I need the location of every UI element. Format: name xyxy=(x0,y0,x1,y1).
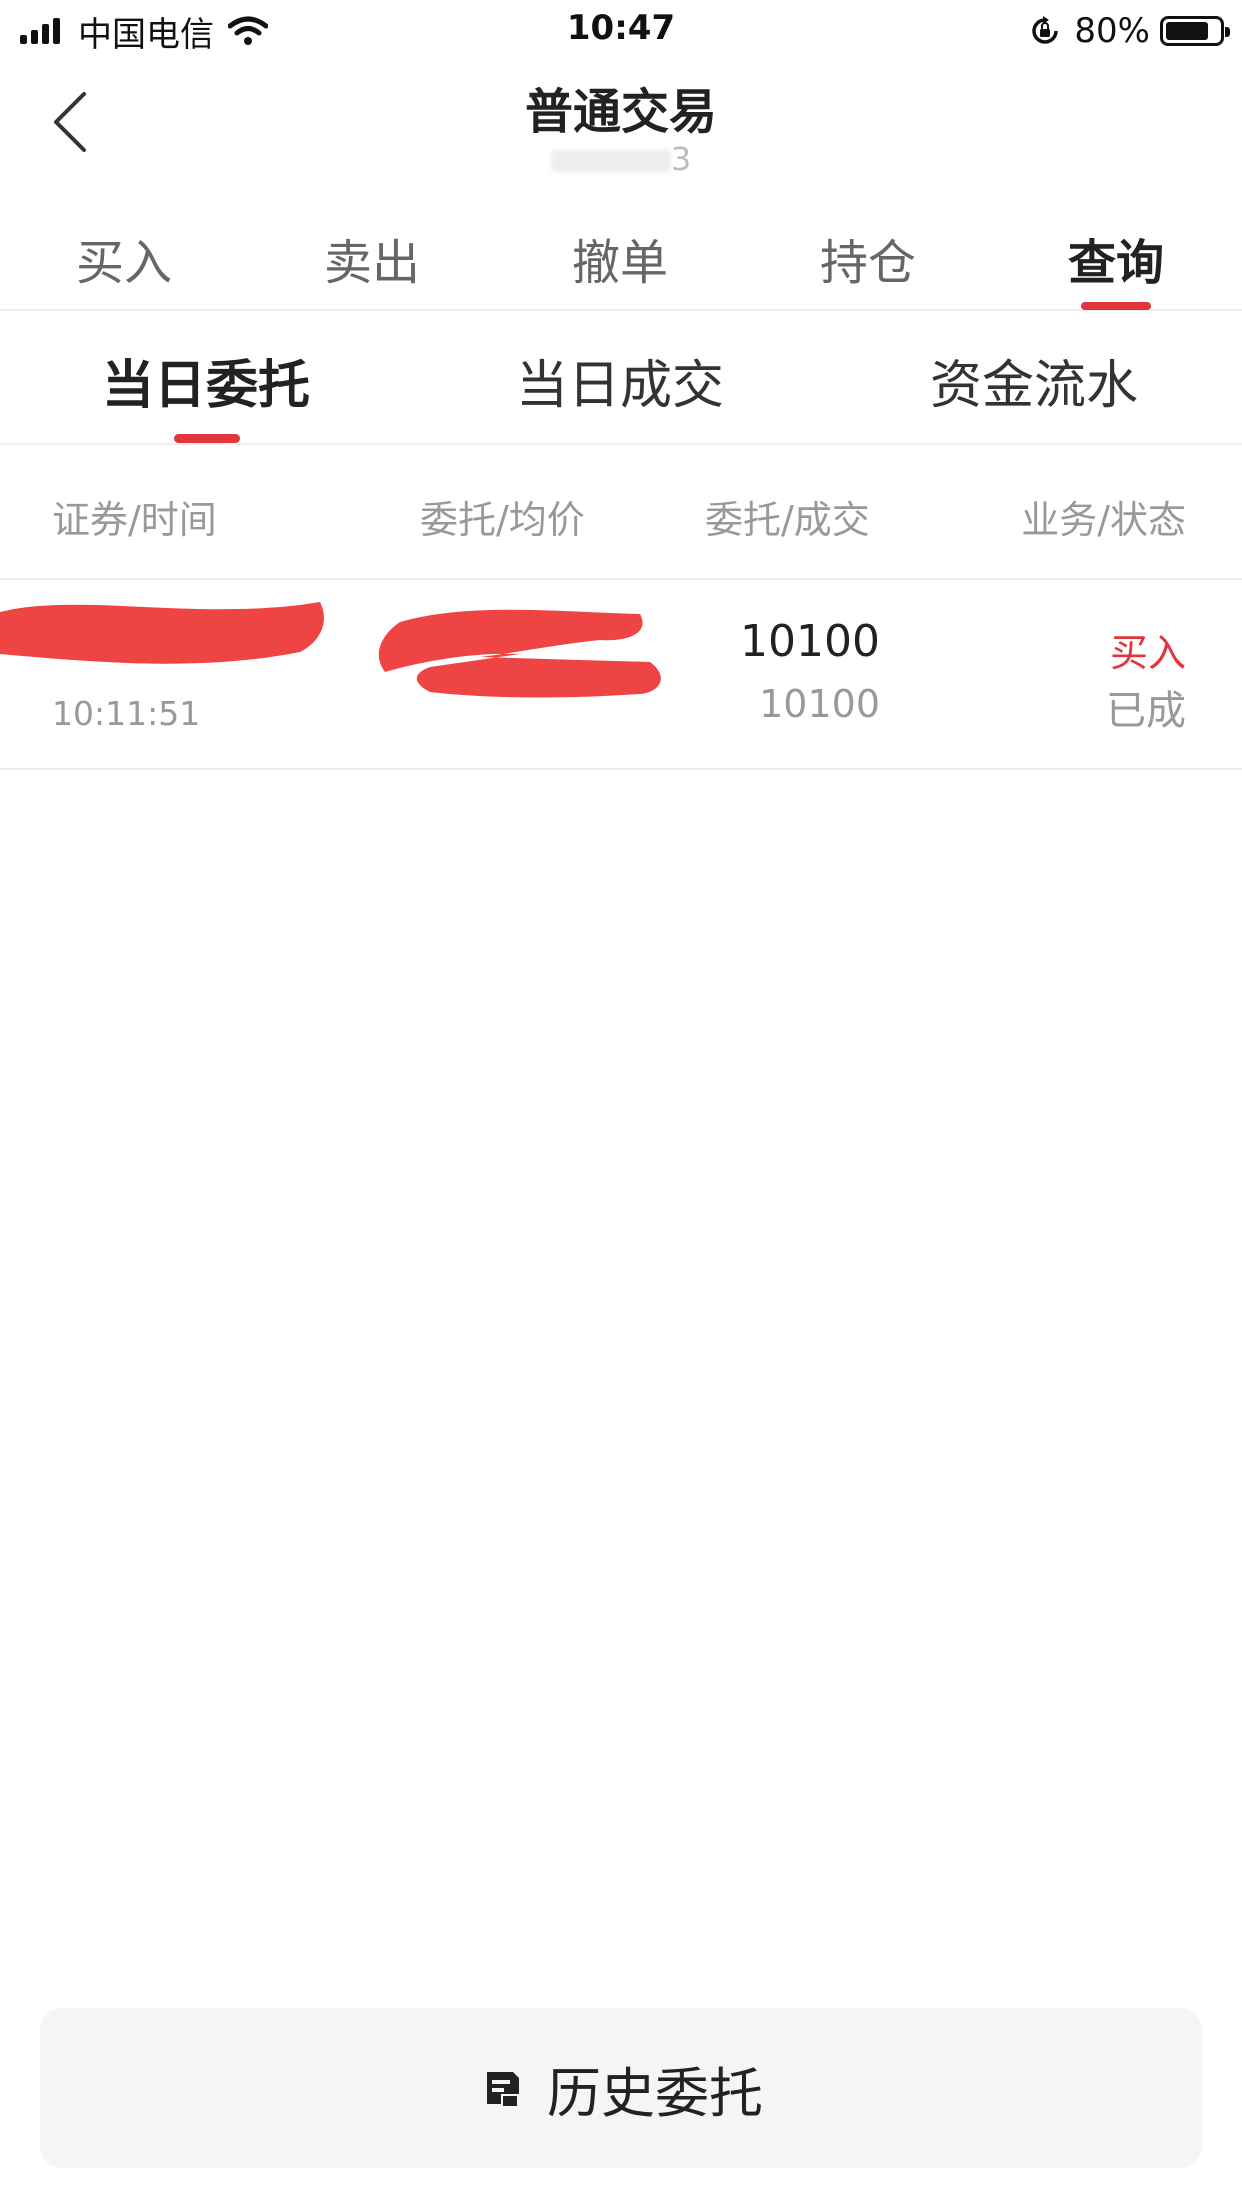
main-tab-indicator xyxy=(1081,302,1151,310)
col-entrust-filled: 委托/成交 xyxy=(705,498,870,542)
page-title: 普通交易 xyxy=(524,84,717,140)
sub-tab-bar: 当日委托 当日成交 资金流水 xyxy=(0,313,1242,445)
tab-sell[interactable]: 卖出 xyxy=(272,223,472,293)
order-time: 10:11:51 xyxy=(52,694,201,733)
main-tab-bar: 买入 卖出 撤单 持仓 查询 xyxy=(0,205,1242,311)
sub-tab-indicator xyxy=(174,434,240,443)
status-bar: 中国电信 10:47 80% xyxy=(0,0,1242,62)
nav-header: 普通交易 3 xyxy=(0,62,1242,192)
orientation-lock-icon xyxy=(1032,16,1059,44)
filled-quantity: 10100 xyxy=(759,682,880,726)
tab-positions[interactable]: 持仓 xyxy=(768,223,968,293)
subtab-today-orders[interactable]: 当日委托 xyxy=(46,343,366,418)
battery-icon xyxy=(1160,16,1230,46)
battery-fill xyxy=(1166,22,1208,40)
business-type: 买入 xyxy=(1109,631,1186,675)
tab-cancel[interactable]: 撤单 xyxy=(520,223,720,293)
history-orders-label: 历史委托 xyxy=(547,2061,763,2125)
table-header: 证券/时间 委托/均价 委托/成交 业务/状态 xyxy=(0,447,1242,580)
entrust-quantity: 10100 xyxy=(740,616,880,667)
battery-percent: 80% xyxy=(1074,11,1150,51)
col-business-status: 业务/状态 xyxy=(1021,498,1186,542)
blurred-account xyxy=(550,150,671,172)
account-subtitle: 3 xyxy=(0,140,1242,178)
subtab-fund-flow[interactable]: 资金流水 xyxy=(874,343,1194,418)
history-icon xyxy=(487,2072,519,2108)
tab-buy[interactable]: 买入 xyxy=(24,223,224,293)
subtab-today-deals[interactable]: 当日成交 xyxy=(460,343,780,418)
status-right: 80% xyxy=(1028,8,1230,54)
col-entrust-avg: 委托/均价 xyxy=(420,498,585,542)
table-row[interactable]: 10:11:51 10100 10100 买入 已成 xyxy=(0,582,1242,770)
account-suffix: 3 xyxy=(670,140,692,178)
tab-query[interactable]: 查询 xyxy=(1016,223,1216,293)
history-orders-button[interactable]: 历史委托 xyxy=(40,2008,1202,2168)
order-status: 已成 xyxy=(1106,688,1186,734)
col-security-time: 证券/时间 xyxy=(52,498,217,542)
